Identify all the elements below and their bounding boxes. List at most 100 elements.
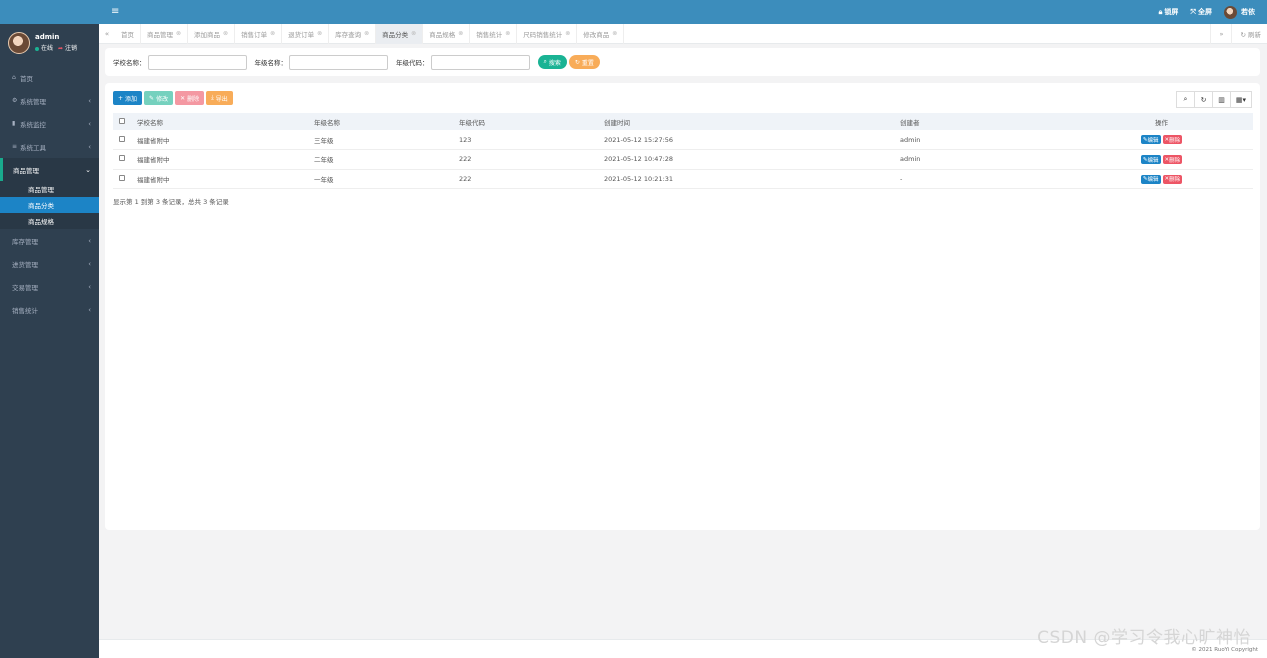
row-delete-label: 删除 xyxy=(1169,157,1181,164)
sidebar-item-label: 系统工具 xyxy=(20,143,46,152)
cell-create-time: 2021-05-12 10:21:31 xyxy=(600,169,896,189)
sidebar-item-system[interactable]: ⚙ 系统管理 ‹ xyxy=(0,89,99,112)
row-delete-button[interactable]: ✕ 删除 xyxy=(1162,135,1183,145)
submenu-item-goods[interactable]: 商品管理 xyxy=(0,181,99,197)
close-icon[interactable]: ⊗ xyxy=(458,30,463,37)
tab-spec[interactable]: 商品规格 ⊗ xyxy=(423,23,471,44)
sidebar-item-monitor[interactable]: ▮ 系统监控 ‹ xyxy=(0,112,99,135)
refresh-icon: ↻ xyxy=(574,58,580,66)
reset-button[interactable]: ↻ 重置 xyxy=(568,55,600,69)
pagination-info: 显示第 1 到第 3 条记录，总共 3 条记录 xyxy=(113,198,229,206)
row-edit-button[interactable]: ✎ 编辑 xyxy=(1140,155,1161,164)
tab-edit-goods[interactable]: 修改商品 ⊗ xyxy=(577,23,625,44)
toolbar: + 添加 ✎ 修改 ✕ 删除 ⤓ 导出 xyxy=(113,91,233,105)
sidebar-item-inventory[interactable]: 库存管理 ‹ xyxy=(0,229,99,252)
cell-creator: - xyxy=(896,169,1066,189)
delete-button[interactable]: ✕ 删除 xyxy=(175,91,205,105)
columns-dropdown-button[interactable]: ▦▾ xyxy=(1230,91,1252,108)
data-table: 学校名称 年级名称 年级代码 创建时间 创建者 操作 福建省附中 三年级 123… xyxy=(113,113,1253,189)
table-row: 福建省附中 一年级 222 2021-05-12 10:21:31 - ✎ 编辑 ✕… xyxy=(113,169,1253,189)
toggle-view-button[interactable]: ▥ xyxy=(1212,91,1231,108)
refresh-icon: ↻ xyxy=(1200,95,1207,104)
tab-sales-stats[interactable]: 销售统计 ⊗ xyxy=(470,23,518,44)
close-icon[interactable]: ⊗ xyxy=(176,30,181,37)
avatar[interactable] xyxy=(8,32,30,54)
sidebar-item-purchase[interactable]: 进货管理 ‹ xyxy=(0,252,99,275)
tab-sales-order[interactable]: 销售订单 ⊗ xyxy=(235,23,283,44)
lock-screen-button[interactable]: 🔒︎ 锁屏 xyxy=(1159,7,1179,17)
sidebar-item-tools[interactable]: ≡ 系统工具 ‹ xyxy=(0,135,99,158)
chevron-left-icon: ‹ xyxy=(88,236,91,245)
col-creator[interactable]: 创建者 xyxy=(896,113,1066,130)
row-edit-button[interactable]: ✎ 编辑 xyxy=(1140,135,1161,145)
tab-category[interactable]: 商品分类 ⊗ xyxy=(376,23,424,44)
tab-inventory[interactable]: 库存查询 ⊗ xyxy=(329,23,377,44)
sidebar-item-label: 库存管理 xyxy=(12,237,38,246)
grade-code-input[interactable] xyxy=(430,54,530,70)
row-delete-button[interactable]: ✕ 删除 xyxy=(1162,155,1183,164)
tabs-scroll-left-icon[interactable]: « xyxy=(99,30,115,38)
tab-home[interactable]: 首页 xyxy=(115,23,141,44)
sidebar-item-sales-stats[interactable]: 销售统计 ‹ xyxy=(0,298,99,321)
refresh-tab-button[interactable]: ↻ 刷新 xyxy=(1240,29,1261,39)
grade-name-label: 年级名称： xyxy=(254,59,288,67)
search-button[interactable]: ⌕ 搜索 xyxy=(537,55,567,69)
sidebar-item-trade[interactable]: 交易管理 ‹ xyxy=(0,275,99,298)
submenu-item-category[interactable]: 商品分类 xyxy=(0,197,99,213)
col-create-time[interactable]: 创建时间 xyxy=(600,113,896,130)
cell-grade-name: 三年级 xyxy=(310,130,455,150)
row-checkbox[interactable] xyxy=(119,155,125,162)
submenu-item-spec[interactable]: 商品规格 xyxy=(0,213,99,229)
cell-grade-code: 222 xyxy=(455,169,600,189)
logout-icon[interactable]: ➦ xyxy=(58,43,63,54)
sidebar-item-home[interactable]: ⌂ 首页 xyxy=(0,66,99,89)
sidebar-item-goods[interactable]: 商品管理 ⌄ xyxy=(0,158,99,181)
close-icon[interactable]: ⊗ xyxy=(223,30,228,37)
edit-button[interactable]: ✎ 修改 xyxy=(144,91,174,105)
logout-link[interactable]: 注销 xyxy=(65,43,77,54)
edit-label: 修改 xyxy=(156,95,169,103)
close-icon[interactable]: ⊗ xyxy=(270,30,275,37)
user-menu[interactable]: 若依 xyxy=(1224,5,1255,19)
row-edit-button[interactable]: ✎ 编辑 xyxy=(1140,174,1161,184)
tab-label: 库存查询 xyxy=(335,30,362,39)
col-grade-code[interactable]: 年级代码 xyxy=(455,113,600,130)
sidebar-item-label: 销售统计 xyxy=(12,306,38,315)
close-icon[interactable]: ⊗ xyxy=(612,30,617,37)
row-edit-label: 编辑 xyxy=(1147,137,1159,144)
expand-icon: ⤧ xyxy=(1190,7,1196,16)
submenu-item-label: 商品分类 xyxy=(28,202,54,210)
export-button[interactable]: ⤓ 导出 xyxy=(206,91,233,105)
tabs-scroll-right-icon[interactable]: » xyxy=(1219,30,1223,38)
sidebar-item-label: 进货管理 xyxy=(12,260,38,269)
col-grade-name[interactable]: 年级名称 xyxy=(310,113,455,130)
menu-toggle-icon[interactable]: ≡ xyxy=(111,6,119,17)
select-all-checkbox[interactable] xyxy=(119,117,125,124)
fullscreen-button[interactable]: ⤧ 全屏 xyxy=(1190,7,1212,17)
add-button[interactable]: + 添加 xyxy=(113,91,143,105)
search-icon: ⌕ xyxy=(543,58,547,65)
tab-goods[interactable]: 商品管理 ⊗ xyxy=(141,23,189,44)
add-label: 添加 xyxy=(125,95,138,103)
tab-size-stats[interactable]: 尺码销售统计 ⊗ xyxy=(517,23,578,44)
close-icon[interactable]: ⊗ xyxy=(505,30,510,37)
close-icon[interactable]: ⊗ xyxy=(364,30,369,37)
row-delete-button[interactable]: ✕ 删除 xyxy=(1162,174,1183,184)
submenu-item-label: 商品管理 xyxy=(28,186,54,194)
chevron-left-icon: ‹ xyxy=(88,259,91,268)
school-name-input[interactable] xyxy=(147,54,247,70)
grade-name-input[interactable] xyxy=(289,54,388,70)
row-checkbox[interactable] xyxy=(119,135,125,142)
search-toggle-button[interactable]: ⌕ xyxy=(1176,91,1195,108)
search-icon: ⌕ xyxy=(1183,95,1188,103)
tab-add-goods[interactable]: 添加商品 ⊗ xyxy=(188,23,236,44)
col-school-name[interactable]: 学校名称 xyxy=(133,113,310,130)
tab-return-order[interactable]: 退货订单 ⊗ xyxy=(282,23,330,44)
row-checkbox[interactable] xyxy=(119,174,125,181)
close-icon[interactable]: ⊗ xyxy=(565,30,570,37)
close-icon[interactable]: ⊗ xyxy=(317,30,322,37)
cell-creator: admin xyxy=(896,149,1066,170)
close-icon[interactable]: ⊗ xyxy=(411,30,416,37)
refresh-button[interactable]: ↻ xyxy=(1194,91,1213,108)
tab-label: 销售统计 xyxy=(476,30,503,39)
